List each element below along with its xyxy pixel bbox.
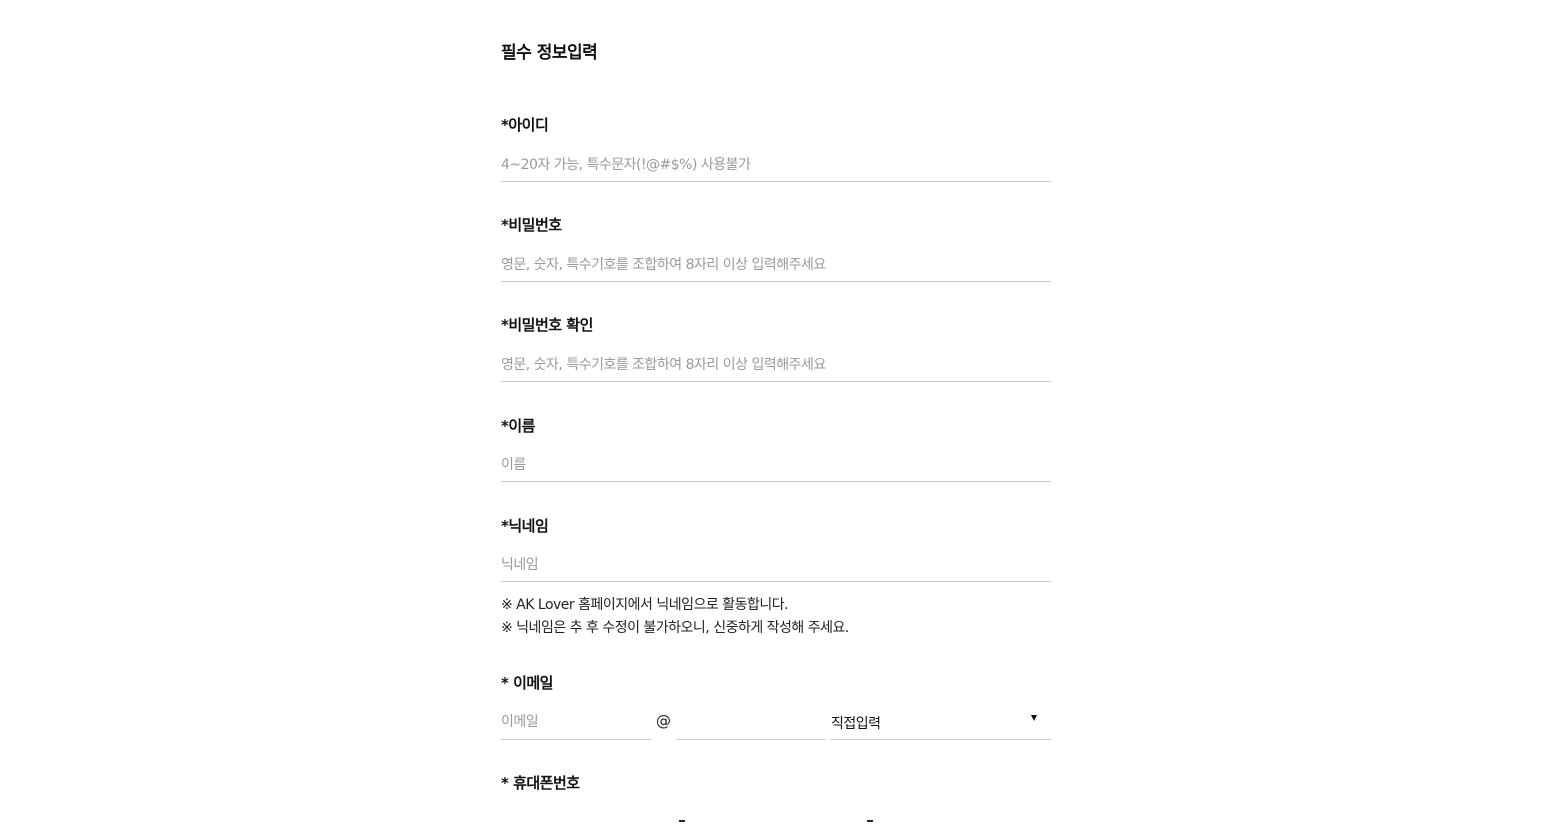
email-label: * 이메일 (501, 674, 553, 692)
name-label: *이름 (501, 417, 535, 435)
section-title: 필수 정보입력 (501, 43, 598, 63)
name-input[interactable] (501, 448, 1051, 482)
nickname-label: *닉네임 (501, 517, 549, 535)
password-confirm-label: *비밀번호 확인 (501, 316, 593, 334)
nickname-note: ※ 닉네임은 추 후 수정이 불가하오니, 신중하게 작성해 주세요. (501, 620, 849, 636)
password-label: *비밀번호 (501, 216, 562, 234)
password-input[interactable] (501, 248, 1051, 282)
caret-down-icon (1031, 715, 1037, 721)
nickname-input[interactable] (501, 548, 1051, 582)
nickname-note: ※ AK Lover 홈페이지에서 닉네임으로 활동합니다. (501, 597, 789, 613)
password-confirm-input[interactable] (501, 348, 1051, 382)
email-local-input[interactable] (501, 704, 651, 740)
email-domain-input[interactable] (676, 704, 826, 740)
id-input[interactable] (501, 148, 1051, 182)
phone-separator (679, 820, 685, 822)
phone-separator (867, 820, 873, 822)
phone-label: * 휴대폰번호 (501, 774, 580, 792)
email-domain-select[interactable]: 직접입력 (831, 704, 1051, 740)
email-domain-select-value: 직접입력 (831, 716, 881, 732)
email-at-symbol: @ (656, 712, 671, 730)
nickname-notes: ※ AK Lover 홈페이지에서 닉네임으로 활동합니다. ※ 닉네임은 추 … (501, 594, 849, 640)
id-label: *아이디 (501, 116, 549, 134)
